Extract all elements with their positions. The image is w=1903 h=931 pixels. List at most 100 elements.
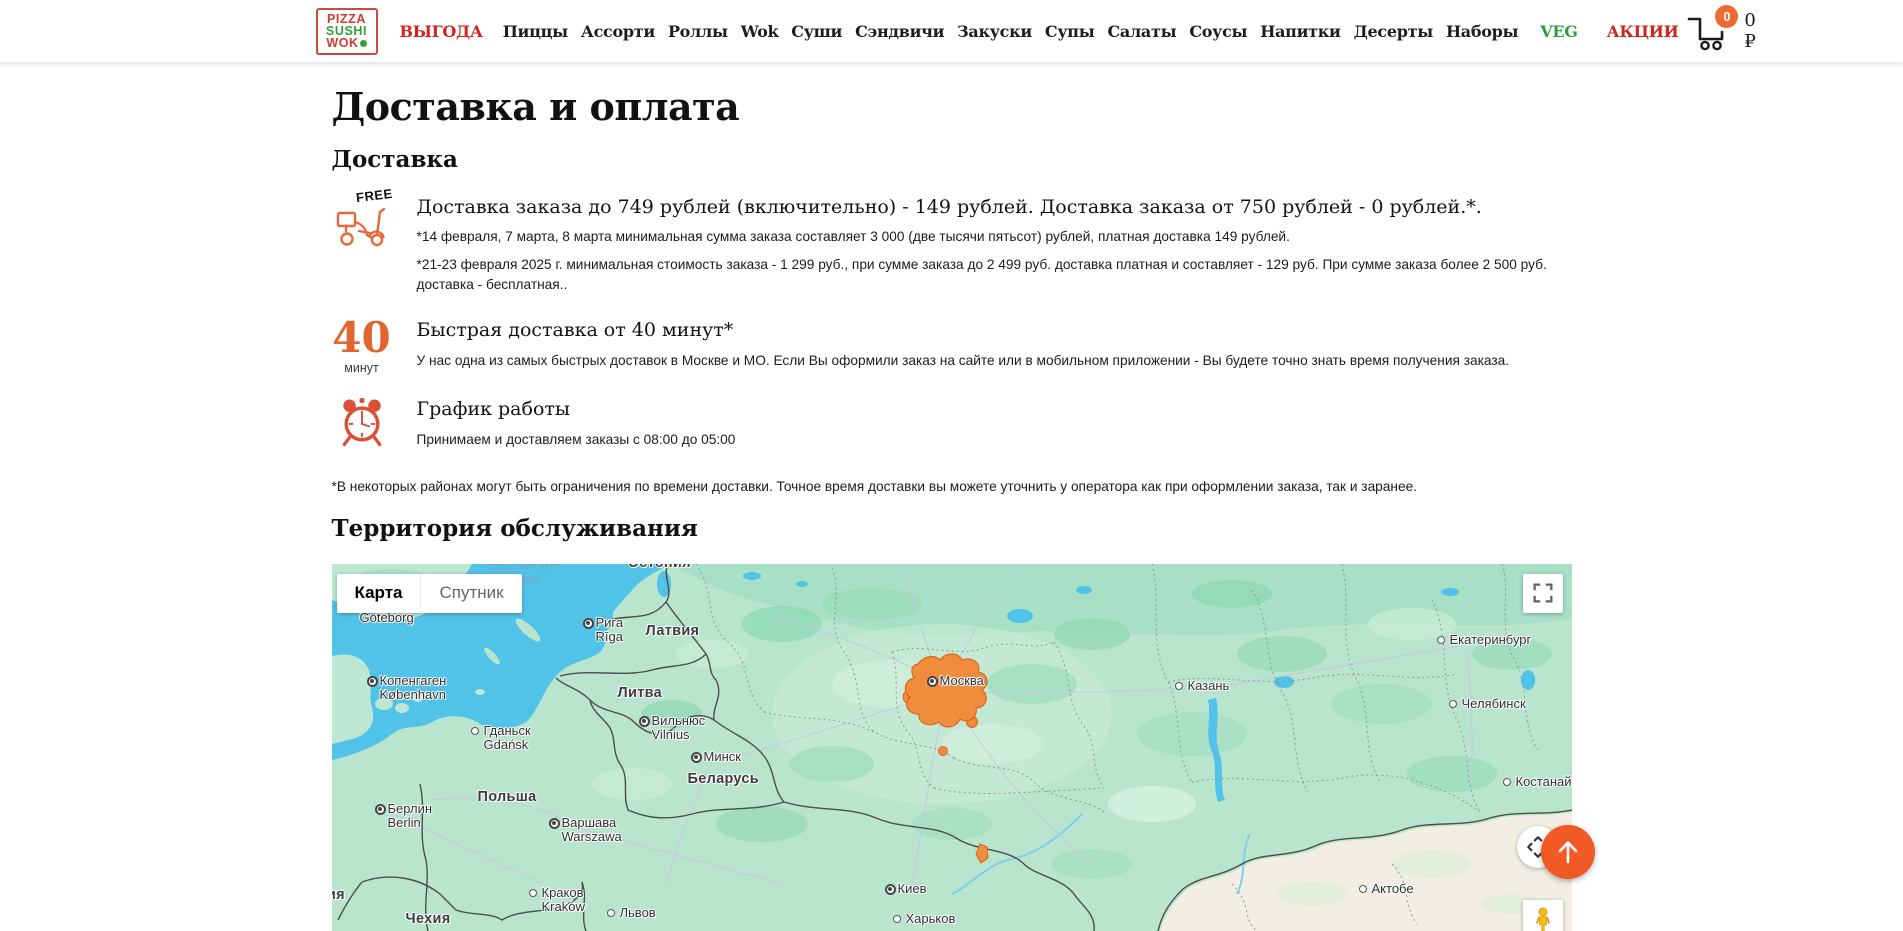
delivery-speed-text: Быстрая доставка от 40 минут* У нас одна… <box>417 318 1572 375</box>
nav-item-десерты[interactable]: Десерты <box>1354 22 1433 41</box>
nav-item-сэндвичи[interactable]: Сэндвичи <box>855 22 944 41</box>
map-marker-icon <box>1359 885 1367 893</box>
map-type-controls: Карта Спутник <box>337 574 522 613</box>
pegman-control[interactable] <box>1523 900 1563 931</box>
minutes-number: 40 <box>332 318 390 358</box>
up-arrow-icon <box>1554 838 1582 866</box>
nav-item-пиццы[interactable]: Пиццы <box>503 22 568 41</box>
delivery-scooter-free-icon: FREE <box>332 195 392 296</box>
map-label-львов: Львов <box>620 906 656 920</box>
map-marker-icon <box>1449 700 1457 708</box>
nav-item-выгода[interactable]: ВЫГОДА <box>400 22 483 41</box>
map-label-минск: Минск <box>704 750 741 764</box>
map-label-вильнюс: ВильнюсVilnius <box>652 714 706 742</box>
clock-svg <box>339 397 385 449</box>
map-marker-icon <box>927 676 938 687</box>
map-marker-icon <box>893 915 901 923</box>
nav-item-wok[interactable]: Wok <box>741 22 779 41</box>
delivery-price-details: *14 февраля, 7 марта, 8 марта минимальна… <box>417 227 1572 296</box>
map-label-киев: Киев <box>898 882 927 896</box>
cart-total: 0 ₽ <box>1744 10 1755 52</box>
delivery-note: *В некоторых районах могут быть ограниче… <box>332 477 1572 498</box>
site-header: PIZZA SUSHI WOK ВЫГОДА Пиццы Ассорти Роллы W… <box>0 0 1903 62</box>
nav-item-наборы[interactable]: Наборы <box>1446 22 1518 41</box>
map-marker-icon <box>607 909 615 917</box>
logo-line-pizza: PIZZA <box>318 13 376 25</box>
schedule-details: Принимаем и доставляем заказы с 08:00 до… <box>417 430 1572 451</box>
nav-item-суши[interactable]: Суши <box>791 22 842 41</box>
map-button[interactable]: Карта <box>337 574 421 613</box>
map-marker-icon <box>1175 682 1183 690</box>
logo-dot <box>360 40 367 47</box>
map-marker-icon <box>583 618 594 629</box>
text-line: У нас одна из самых быстрых доставок в М… <box>417 351 1572 372</box>
map-marker-icon <box>1437 636 1445 644</box>
map-label-актобе: Актобе <box>1372 882 1414 896</box>
page-title: Доставка и оплата <box>332 85 1572 129</box>
delivery-heading: Доставка <box>332 146 1572 173</box>
nav-item-ассорти[interactable]: Ассорти <box>581 22 655 41</box>
main-nav: ВЫГОДА Пиццы Ассорти Роллы Wok Суши Сэндвичи За… <box>400 22 1686 41</box>
nav-item-напитки[interactable]: Напитки <box>1260 22 1340 41</box>
map-label-берлин: БерлинBerlin <box>388 802 433 830</box>
minutes-caption: минут <box>344 361 378 375</box>
map-marker-icon <box>885 884 896 895</box>
delivery-row-speed: 40 минут Быстрая доставка от 40 минут* У… <box>332 318 1572 375</box>
delivery-speed-details: У нас одна из самых быстрых доставок в М… <box>417 351 1572 372</box>
delivery-and-payment-page: { "header": { "logo_lines": ["PIZZA", "S… <box>0 0 1903 927</box>
map-label-краков: КраковKraków <box>542 886 585 914</box>
map-label-германия: Германия <box>332 888 345 902</box>
cart-button[interactable]: 0 <box>1685 11 1731 51</box>
40-minutes-badge: 40 минут <box>332 318 392 375</box>
map-marker-icon <box>1503 778 1511 786</box>
cart-count-badge: 0 <box>1715 5 1738 28</box>
map-label-челябинск: Челябинск <box>1462 697 1526 711</box>
map-label-польша: Польша <box>478 790 537 804</box>
delivery-price-title: Доставка заказа до 749 рублей (включител… <box>417 195 1572 221</box>
satellite-button[interactable]: Спутник <box>420 574 521 613</box>
scroll-to-top-button[interactable] <box>1541 825 1595 879</box>
territory-heading: Территория обслуживания <box>332 515 1572 542</box>
text-line: *14 февраля, 7 марта, 8 марта минимальна… <box>417 227 1572 248</box>
map-label-варшава: ВаршаваWarszawa <box>562 816 622 844</box>
map-label-чехия: Чехия <box>406 912 451 926</box>
map-marker-icon <box>367 676 378 687</box>
service-territory-map[interactable]: БалтийскоемореЭстонияГётеборгGöteborgКоп… <box>332 564 1572 931</box>
map-marker-icon <box>549 818 560 829</box>
nav-item-закуски[interactable]: Закуски <box>957 22 1032 41</box>
map-label-казань: Казань <box>1188 679 1230 693</box>
fullscreen-icon <box>1530 580 1556 606</box>
delivery-row-text: Доставка заказа до 749 рублей (включител… <box>417 195 1572 296</box>
site-logo[interactable]: PIZZA SUSHI WOK <box>316 8 378 55</box>
map-label-латвия: Латвия <box>646 624 700 638</box>
text-line: *21-23 февраля 2025 г. минимальная стоим… <box>417 255 1572 296</box>
map-label-литва: Литва <box>618 686 662 700</box>
nav-item-салаты[interactable]: Салаты <box>1107 22 1176 41</box>
map-marker-icon <box>691 752 702 763</box>
main-content: Доставка и оплата Доставка FREE <box>332 85 1572 931</box>
map-label-беларусь: Беларусь <box>688 772 760 786</box>
delivery-speed-title: Быстрая доставка от 40 минут* <box>417 318 1572 344</box>
map-label-рига: РигаRīga <box>596 616 624 644</box>
delivery-row-schedule: График работы Принимаем и доставляем зак… <box>332 397 1572 450</box>
nav-item-супы[interactable]: Супы <box>1045 22 1095 41</box>
fullscreen-button[interactable] <box>1523 574 1563 613</box>
map-marker-icon <box>375 804 386 815</box>
alarm-clock-icon <box>332 397 392 450</box>
map-marker-icon <box>639 716 650 727</box>
text-line: Принимаем и доставляем заказы с 08:00 до… <box>417 430 1572 451</box>
logo-line-wok: WOK <box>318 37 376 49</box>
map-label-гданьск: ГданьскGdańsk <box>484 724 531 752</box>
map-marker-icon <box>471 727 479 735</box>
delivery-schedule-text: График работы Принимаем и доставляем зак… <box>417 397 1572 450</box>
map-label-харьков: Харьков <box>906 912 956 926</box>
map-label-костанай: Костанай <box>1516 775 1572 789</box>
nav-item-veg[interactable]: VEG <box>1540 22 1577 41</box>
nav-item-акции[interactable]: АКЦИИ <box>1607 22 1679 41</box>
nav-item-роллы[interactable]: Роллы <box>668 22 728 41</box>
map-label-копенгаген: КопенгагенKøbenhavn <box>380 674 447 702</box>
map-label-екатеринбург: Екатеринбург <box>1450 633 1532 647</box>
cart-area: 0 0 ₽ <box>1685 10 1755 52</box>
nav-item-соусы[interactable]: Соусы <box>1189 22 1247 41</box>
map-label-москва: Москва <box>940 674 984 688</box>
